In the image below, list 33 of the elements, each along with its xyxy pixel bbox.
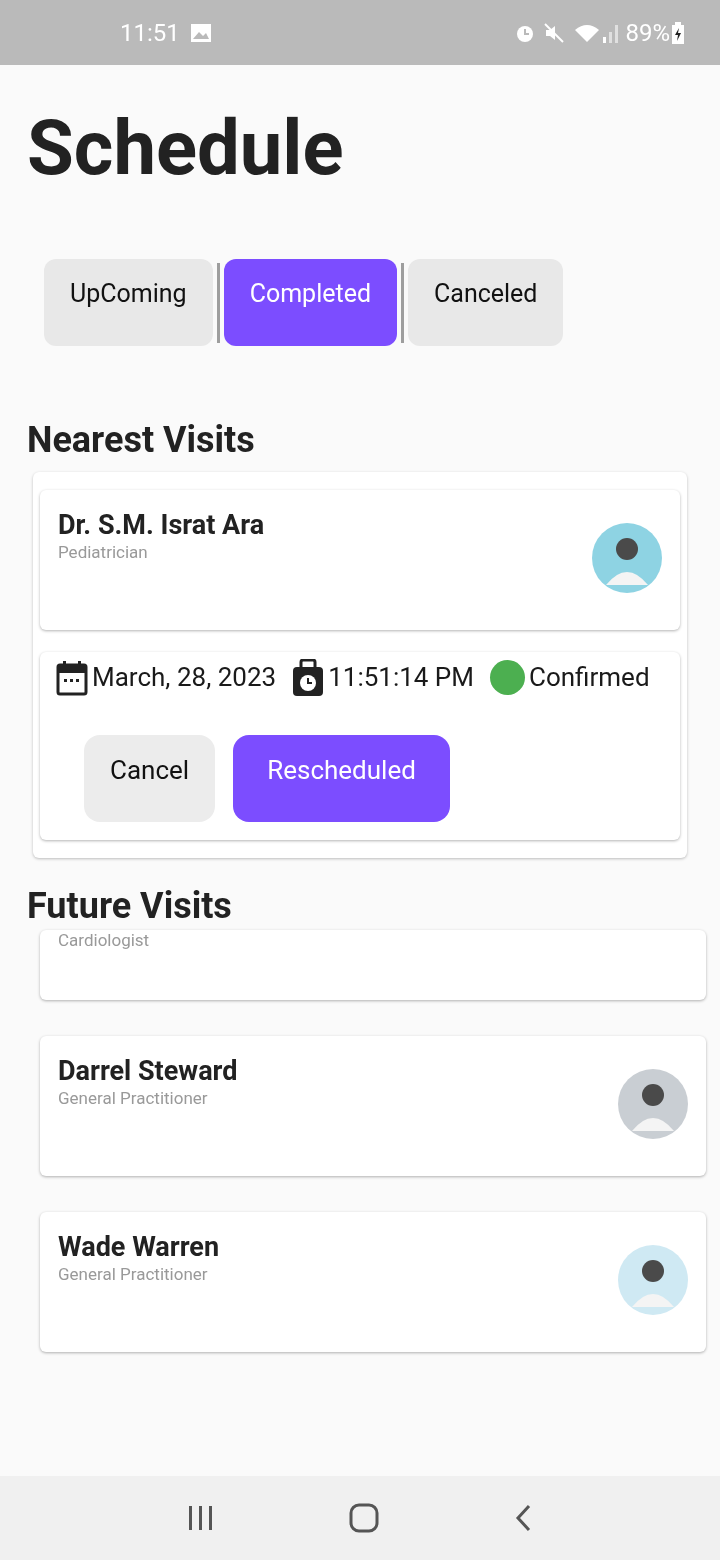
doctor-name: Dr. S.M. Israt Ara bbox=[58, 508, 265, 542]
doctor-card[interactable]: Darrel Steward General Practitioner bbox=[40, 1036, 706, 1176]
battery-level: 89% bbox=[625, 17, 670, 49]
clock-icon bbox=[292, 658, 325, 697]
doctor-name: Darrel Steward bbox=[58, 1054, 238, 1088]
doctor-card[interactable]: Wade Warren General Practitioner bbox=[40, 1212, 706, 1352]
doctor-specialty: General Practitioner bbox=[58, 1088, 209, 1108]
doctor-specialty: General Practitioner bbox=[58, 1264, 209, 1284]
doctor-specialty: Cardiologist bbox=[58, 930, 150, 950]
visit-time: 11:51:14 PM bbox=[328, 661, 474, 694]
cancel-button[interactable]: Cancel bbox=[84, 735, 216, 822]
recent-apps-icon[interactable] bbox=[187, 1505, 215, 1531]
section-heading: Nearest Visits bbox=[26, 418, 256, 462]
image-icon bbox=[189, 22, 212, 43]
back-icon[interactable] bbox=[513, 1503, 533, 1533]
tab[interactable]: Canceled bbox=[408, 259, 564, 346]
doctor-name: Wade Warren bbox=[58, 1230, 219, 1264]
page-title: Schedule bbox=[27, 103, 345, 193]
avatar-icon bbox=[592, 523, 662, 593]
calendar-icon bbox=[56, 659, 88, 696]
visit-date: March, 28, 2023 bbox=[92, 661, 277, 694]
avatar-icon bbox=[618, 1245, 688, 1315]
tab[interactable]: Completed bbox=[223, 259, 397, 346]
battery-icon bbox=[672, 21, 684, 44]
status-time: 11:51 bbox=[120, 17, 180, 49]
visit-status: Confirmed bbox=[529, 661, 650, 694]
section-heading: Future Visits bbox=[26, 884, 233, 928]
reschedule-button[interactable]: Rescheduled bbox=[233, 735, 450, 822]
doctor-specialty: Pediatrician bbox=[58, 542, 149, 562]
avatar-icon bbox=[618, 1069, 688, 1139]
tab[interactable]: UpComing bbox=[44, 259, 213, 346]
doctor-card[interactable]: Dr. S.M. Israt Ara Pediatrician bbox=[40, 490, 680, 630]
home-icon[interactable] bbox=[349, 1503, 379, 1533]
